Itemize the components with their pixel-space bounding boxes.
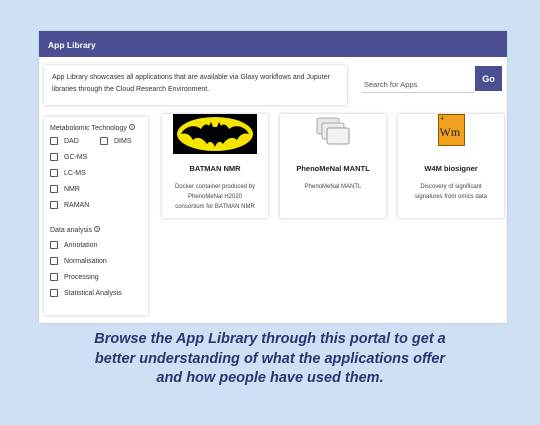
search-input[interactable] <box>362 69 475 93</box>
app-library-panel: App Library App Library showcases all ap… <box>39 31 507 323</box>
w4m-element-tile-icon: 4 Wm <box>437 114 465 146</box>
app-logo <box>280 114 386 156</box>
checkbox[interactable] <box>50 241 58 249</box>
filter-option-gc-ms[interactable]: GC-MS <box>50 153 87 161</box>
checkbox[interactable] <box>50 257 58 265</box>
app-card-phenomenal-mantl[interactable]: PhenoMeNal MANTL PhenoMeNal MANTL <box>280 114 386 218</box>
metabolomic-technology-heading: Metabolomic Technology? <box>50 124 135 132</box>
filter-option-dims[interactable]: DIMS <box>100 137 132 145</box>
help-icon[interactable]: ? <box>128 124 135 130</box>
filter-option-statistical-analysis[interactable]: Statistical Analysis <box>50 289 122 297</box>
caption-line: Browse the App Library through this port… <box>94 331 446 347</box>
checkbox[interactable] <box>50 137 58 145</box>
app-card-batman-nmr[interactable]: BATMAN NMR Docker container produced by … <box>162 114 268 218</box>
app-description: Docker container produced by PhenoMeNal … <box>174 184 256 210</box>
app-title[interactable]: W4M biosigner <box>398 164 504 173</box>
checkbox[interactable] <box>50 273 58 281</box>
page-title: App Library <box>39 31 507 57</box>
app-description: PhenoMeNal MANTL <box>304 184 362 190</box>
filter-option-normalisation[interactable]: Normalisation <box>50 257 107 265</box>
caption: Browse the App Library through this port… <box>0 330 540 389</box>
stacked-windows-icon <box>316 117 350 145</box>
filter-option-annotation[interactable]: Annotation <box>50 241 97 249</box>
app-title[interactable]: PhenoMeNal MANTL <box>280 164 386 173</box>
help-icon[interactable]: ? <box>94 226 101 232</box>
checkbox[interactable] <box>50 153 58 161</box>
app-card-w4m-biosigner[interactable]: 4 Wm W4M biosigner Discovery of signific… <box>398 114 504 218</box>
app-title[interactable]: BATMAN NMR <box>162 164 268 173</box>
filter-sidebar: Metabolomic Technology? DAD DIMS GC-MS L… <box>44 117 148 315</box>
checkbox[interactable] <box>50 289 58 297</box>
checkbox[interactable] <box>100 137 108 145</box>
checkbox[interactable] <box>50 185 58 193</box>
filter-option-lc-ms[interactable]: LC-MS <box>50 169 86 177</box>
app-description: Discovery of significant signatures from… <box>414 184 488 200</box>
go-button[interactable]: Go <box>475 66 502 91</box>
batman-logo-icon <box>173 114 257 154</box>
filter-option-nmr[interactable]: NMR <box>50 185 80 193</box>
checkbox[interactable] <box>50 201 58 209</box>
filter-option-processing[interactable]: Processing <box>50 273 99 281</box>
checkbox[interactable] <box>50 169 58 177</box>
app-logo <box>162 114 268 156</box>
caption-line: better understanding of what the applica… <box>94 350 446 367</box>
data-analysis-heading: Data analysis? <box>50 226 101 234</box>
caption-line: and how people have used them. <box>156 370 384 386</box>
app-logo: 4 Wm <box>398 114 504 156</box>
intro-text: App Library showcases all applications t… <box>44 65 347 105</box>
filter-option-raman[interactable]: RAMAN <box>50 201 89 209</box>
filter-option-dad[interactable]: DAD <box>50 137 79 145</box>
